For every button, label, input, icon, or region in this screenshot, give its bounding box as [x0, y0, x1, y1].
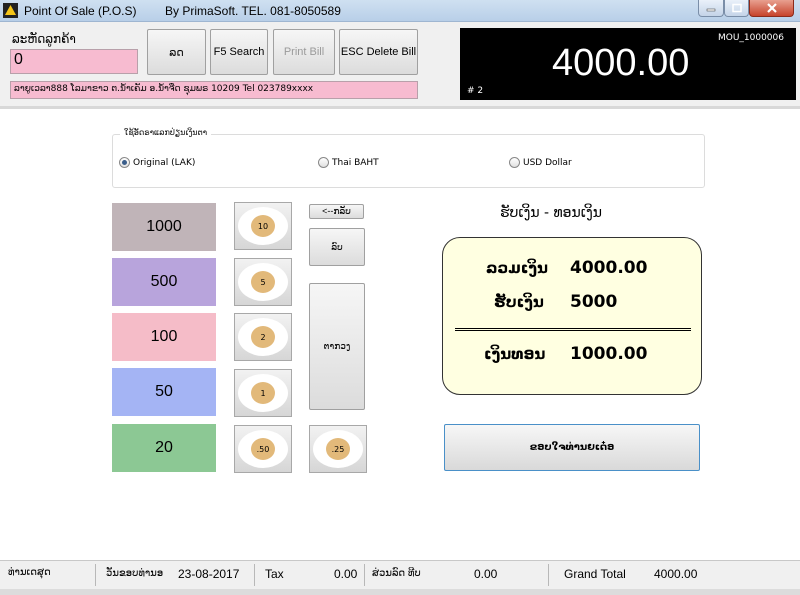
total-label: ລວມເງິນ — [486, 259, 548, 277]
display-total: 4000.00 — [552, 42, 690, 84]
status-divider — [364, 564, 365, 586]
coin-label: .25 — [326, 438, 350, 460]
total-display: MOU_1000006 4000.00 # 2 — [460, 28, 796, 100]
coin-label: .50 — [251, 438, 275, 460]
bill-50-button[interactable]: 50 — [112, 368, 216, 416]
status-bar: ທ່ານເດສຸດ ວັນຂອບທ່ານອ 23-08-2017 Tax 0.0… — [0, 560, 800, 589]
cut-button[interactable]: ລດ — [147, 29, 206, 75]
currency-legend: ໃຊ້ອັດຣາແລກປ່ຽນເງິນຕາ — [120, 128, 212, 137]
window-title: Point Of Sale (P.O.S) — [24, 4, 137, 18]
delete-bill-button[interactable]: ESC Delete Bill — [339, 29, 418, 75]
header-panel: ລະຫັດລູກຄ້າ 0 ລດ F5 Search Print Bill ES… — [0, 22, 800, 106]
minimize-icon — [706, 8, 716, 12]
coin-icon: 1 — [238, 374, 288, 412]
status-divider — [95, 564, 96, 586]
maximize-button[interactable] — [724, 0, 749, 17]
vendor-text: By PrimaSoft. TEL. 081-8050589 — [165, 4, 341, 18]
coin-050-button[interactable]: .50 — [234, 425, 292, 473]
back-button[interactable]: <--ກລັບ — [309, 204, 364, 219]
status-divider — [548, 564, 549, 586]
status-divider — [254, 564, 255, 586]
coin-10-button[interactable]: 10 — [234, 202, 292, 250]
coin-label: 1 — [251, 382, 275, 404]
coin-025-button[interactable]: .25 — [309, 425, 367, 473]
coin-2-button[interactable]: 2 — [234, 313, 292, 361]
minimize-button[interactable] — [698, 0, 724, 17]
summary-title: ຮັບເງິນ - ທອນເງິນ — [500, 205, 602, 221]
radio-checked-icon — [119, 157, 130, 168]
change-label: ເງິນທອນ — [484, 345, 546, 363]
search-button[interactable]: F5 Search — [210, 29, 268, 75]
thanks-button[interactable]: ຂອບໃຈທ່ານຍເດ໋ອ — [444, 424, 700, 471]
tax-label: Tax — [265, 567, 284, 581]
coin-icon: .25 — [313, 430, 363, 468]
radio-icon — [509, 157, 520, 168]
bill-1000-button[interactable]: 1000 — [112, 203, 216, 251]
received-label: ຮັບເງິນ — [494, 293, 544, 311]
radio-usd-dollar[interactable]: USD Dollar — [509, 157, 572, 168]
bill-number: # 2 — [467, 86, 484, 96]
maximize-icon — [731, 3, 742, 13]
coin-label: 5 — [251, 271, 275, 293]
radio-label: USD Dollar — [523, 157, 572, 168]
shop-address: ລາຍູເວລາ888 ໂລມາຂາວ ຕ.ນ້ຳເຄັມ ອ.ນ້ຳຈືດ ຊ… — [10, 81, 418, 99]
app-icon — [3, 3, 18, 18]
discount-value: 0.00 — [474, 567, 498, 581]
currency-group — [112, 134, 705, 188]
change-value: 1000.00 — [570, 344, 648, 364]
coin-label: 2 — [251, 326, 275, 348]
radio-label: Thai BAHT — [332, 157, 379, 168]
divider — [0, 106, 800, 109]
title-bar: Point Of Sale (P.O.S) By PrimaSoft. TEL.… — [0, 0, 800, 22]
radio-original-lak[interactable]: Original (LAK) — [119, 157, 195, 168]
customer-code-label: ລະຫັດລູກຄ້າ — [12, 32, 76, 46]
date-value: 23-08-2017 — [178, 567, 240, 581]
customer-code-input[interactable]: 0 — [10, 49, 138, 74]
summary-divider — [455, 328, 691, 331]
bill-500-button[interactable]: 500 — [112, 258, 216, 306]
bill-100-button[interactable]: 100 — [112, 313, 216, 361]
close-button[interactable] — [749, 0, 794, 17]
delete-button[interactable]: ລົບ — [309, 228, 365, 266]
tax-value: 0.00 — [334, 567, 358, 581]
bill-20-button[interactable]: 20 — [112, 424, 216, 472]
radio-icon — [318, 157, 329, 168]
grand-total-value: 4000.00 — [654, 567, 698, 581]
coin-icon: 5 — [238, 263, 288, 301]
received-value: 5000 — [570, 292, 618, 312]
print-bill-button[interactable]: Print Bill — [273, 29, 335, 75]
bill-code: MOU_1000006 — [717, 33, 784, 43]
bottom-strip — [0, 589, 800, 595]
coin-icon: .50 — [238, 430, 288, 468]
radio-thai-baht[interactable]: Thai BAHT — [318, 157, 379, 168]
status-item: ທ່ານເດສຸດ — [8, 567, 51, 578]
coin-5-button[interactable]: 5 — [234, 258, 292, 306]
coin-label: 10 — [251, 215, 275, 237]
exact-amount-button[interactable]: ຕາກວງ — [309, 283, 365, 410]
coin-1-button[interactable]: 1 — [234, 369, 292, 417]
coin-icon: 2 — [238, 318, 288, 356]
coin-icon: 10 — [238, 207, 288, 245]
total-value: 4000.00 — [570, 258, 648, 278]
grand-total-label: Grand Total — [564, 567, 626, 581]
radio-label: Original (LAK) — [133, 157, 196, 168]
discount-label: ສ່ວນລົດ ທີບ — [372, 568, 421, 579]
close-icon — [766, 3, 777, 13]
date-label: ວັນຂອບທ່ານອ — [106, 568, 164, 579]
